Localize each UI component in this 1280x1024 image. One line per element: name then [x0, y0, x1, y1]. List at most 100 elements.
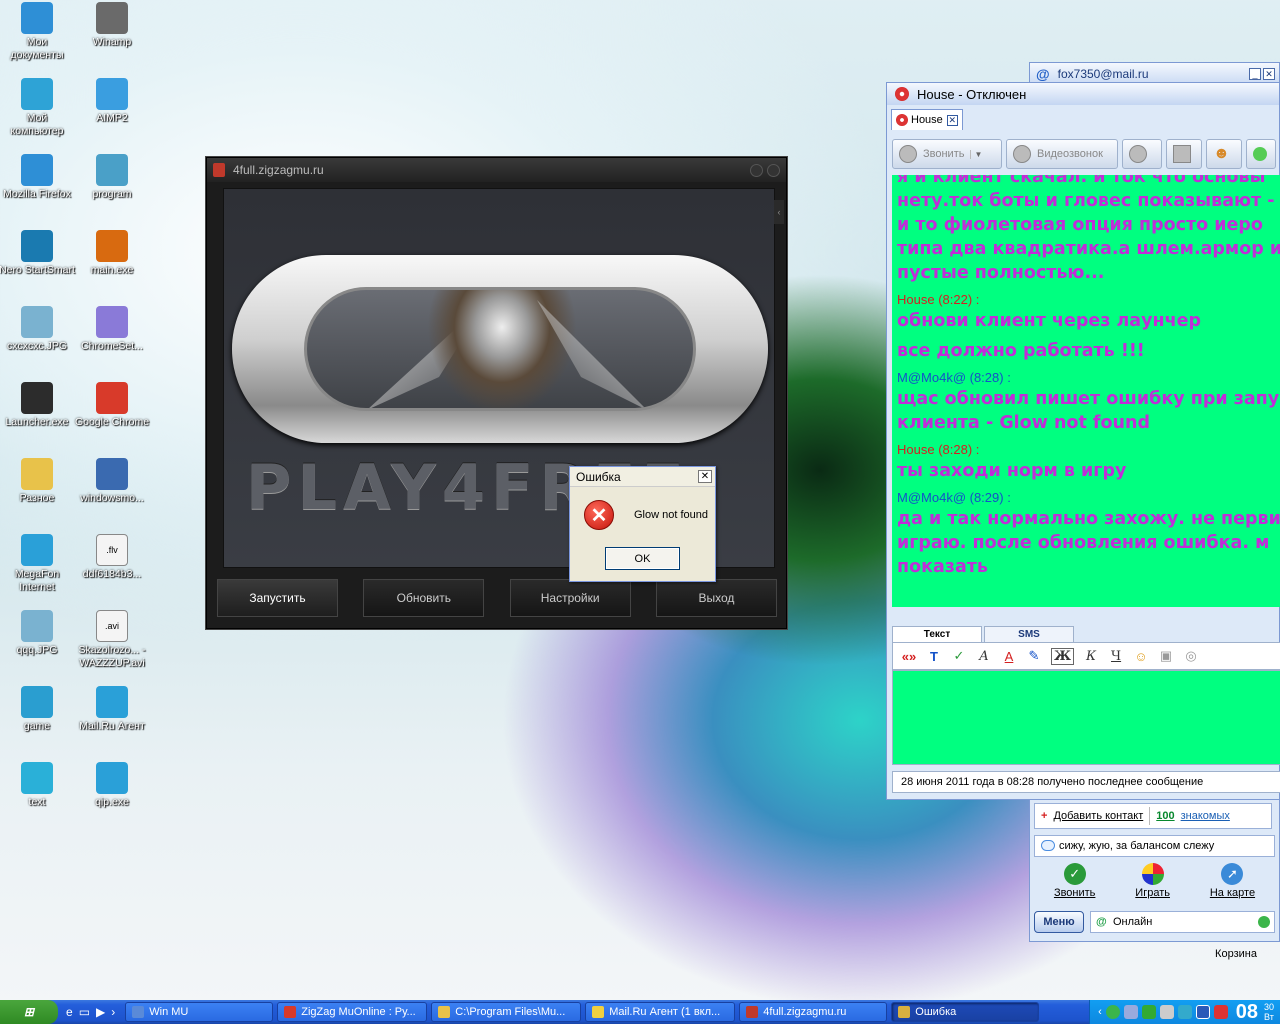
- start-button[interactable]: ⊞: [0, 1000, 58, 1024]
- desktop-icon[interactable]: AIMP2: [74, 78, 150, 125]
- tab-sms[interactable]: SMS: [984, 626, 1074, 642]
- close-tab-icon[interactable]: ✕: [946, 114, 958, 126]
- desktop-icon[interactable]: Launcher.exe: [0, 382, 75, 429]
- chat-titlebar[interactable]: House - Отключен: [887, 83, 1279, 105]
- desktop-icon[interactable]: qqq.JPG: [0, 610, 75, 657]
- globe-icon: [1129, 145, 1147, 163]
- exit-button[interactable]: Выход: [655, 579, 777, 617]
- alarm-icon[interactable]: ◎: [1183, 648, 1199, 664]
- language-icon[interactable]: [1195, 1005, 1210, 1019]
- acquaintances-link[interactable]: знакомых: [1181, 810, 1230, 822]
- font-color-icon[interactable]: A: [1001, 649, 1017, 664]
- message-header: M@Mo4k@ (8:29) :: [897, 489, 1280, 507]
- desktop-icon[interactable]: Mail.Ru Агент: [74, 686, 150, 733]
- desktop-icon[interactable]: Winamp: [74, 2, 150, 49]
- minimize-button[interactable]: [750, 163, 763, 177]
- save-history-button[interactable]: [1166, 139, 1202, 169]
- ie-icon[interactable]: e: [66, 1005, 73, 1019]
- desktop-icon[interactable]: windowsmo...: [74, 458, 150, 505]
- ok-button[interactable]: OK: [605, 547, 680, 570]
- close-button[interactable]: ✕: [1263, 68, 1275, 80]
- acquaintances-count[interactable]: 100: [1156, 810, 1174, 822]
- more-button[interactable]: [1246, 139, 1276, 169]
- mailru-tray-icon[interactable]: [1105, 1005, 1120, 1019]
- map-action[interactable]: ➚ На карте: [1210, 863, 1255, 903]
- add-contact-link[interactable]: Добавить контакт: [1053, 810, 1143, 822]
- play-action[interactable]: Играть: [1135, 863, 1170, 903]
- call-button[interactable]: Звонить ▼: [892, 139, 1002, 169]
- bold-button[interactable]: Ж: [1051, 647, 1075, 665]
- menu-button[interactable]: Меню: [1034, 911, 1084, 933]
- taskbar-button[interactable]: Ошибка: [891, 1002, 1040, 1022]
- smiley-icon[interactable]: ☺: [1133, 649, 1149, 664]
- desktop-icon[interactable]: text: [0, 762, 75, 809]
- taskbar-button[interactable]: ZigZag MuOnline : Ру...: [277, 1002, 428, 1022]
- font-icon[interactable]: A: [976, 649, 992, 664]
- launcher-titlebar[interactable]: 4full.zigzagmu.ru: [207, 158, 786, 182]
- status-message-field[interactable]: сижу, жую, за балансом слежу: [1034, 835, 1275, 857]
- minimize-button[interactable]: _: [1249, 68, 1261, 80]
- desktop-icon[interactable]: Мои документы: [0, 2, 75, 62]
- desktop-icon[interactable]: main.exe: [74, 230, 150, 277]
- play-link[interactable]: Играть: [1135, 887, 1170, 899]
- call-action[interactable]: ✓ Звонить: [1054, 863, 1095, 903]
- web-button[interactable]: [1122, 139, 1162, 169]
- desktop-icon[interactable]: Google Chrome: [74, 382, 150, 429]
- desktop-icon[interactable]: MegaFon Internet: [0, 534, 75, 594]
- tab-text[interactable]: Текст: [892, 626, 982, 642]
- update-button[interactable]: Обновить: [363, 579, 485, 617]
- modem-icon[interactable]: [1177, 1005, 1192, 1019]
- taskbar-button[interactable]: Mail.Ru Агент (1 вкл...: [585, 1002, 736, 1022]
- webcam-icon: [1013, 145, 1031, 163]
- desktop-icon[interactable]: Nero StartSmart: [0, 230, 75, 277]
- chevron-left-icon[interactable]: ‹: [1098, 1006, 1102, 1018]
- side-arrow-icon[interactable]: ‹: [774, 200, 784, 224]
- quote-button[interactable]: «»: [901, 649, 917, 664]
- contacts-button[interactable]: ☻: [1206, 139, 1242, 169]
- desktop-icon[interactable]: game: [0, 686, 75, 733]
- antivirus-icon[interactable]: [1213, 1005, 1228, 1019]
- close-icon[interactable]: ✕: [698, 470, 712, 483]
- recycle-bin[interactable]: Корзина: [1206, 940, 1266, 960]
- chat-tab-house[interactable]: House ✕: [891, 109, 963, 130]
- clock[interactable]: 08: [1236, 1001, 1258, 1024]
- highlight-icon[interactable]: ✎: [1026, 648, 1042, 664]
- desktop-icon[interactable]: ChromeSet...: [74, 306, 150, 353]
- settings-button[interactable]: Настройки: [509, 579, 631, 617]
- error-dialog-titlebar[interactable]: Ошибка ✕: [570, 467, 715, 487]
- taskbar-button[interactable]: Win MU: [125, 1002, 274, 1022]
- desktop-icon[interactable]: Mozilla Firefox: [0, 154, 75, 201]
- media-player-icon[interactable]: ▶: [96, 1005, 105, 1019]
- translit-icon[interactable]: T: [926, 649, 942, 664]
- close-button[interactable]: [767, 163, 780, 177]
- show-desktop-icon[interactable]: ▭: [79, 1005, 90, 1019]
- call-link[interactable]: Звонить: [1054, 887, 1095, 899]
- videocall-button[interactable]: Видеозвонок: [1006, 139, 1118, 169]
- chat-log[interactable]: я и клиент скачал. и ток что основы нету.…: [892, 175, 1280, 607]
- taskbar-button[interactable]: 4full.zigzagmu.ru: [739, 1002, 888, 1022]
- italic-button[interactable]: К: [1083, 649, 1099, 664]
- chevron-down-icon[interactable]: ▼: [970, 149, 982, 159]
- desktop-icon[interactable]: Разное: [0, 458, 75, 505]
- task-list: Win MU ZigZag MuOnline : Ру... C:\Program …: [125, 1002, 1043, 1022]
- message-input[interactable]: [892, 670, 1280, 765]
- spellcheck-icon[interactable]: ✓: [951, 648, 967, 664]
- desktop-icon[interactable]: program: [74, 154, 150, 201]
- tv-icon[interactable]: ▣: [1158, 648, 1174, 664]
- desktop-icon[interactable]: .flv ddf6184b3...: [74, 534, 150, 581]
- volume-icon[interactable]: [1159, 1005, 1174, 1019]
- chat-message: House (8:22) : обнови клиент через лаунче…: [897, 291, 1280, 363]
- map-link[interactable]: На карте: [1210, 887, 1255, 899]
- battery-icon[interactable]: [1141, 1005, 1156, 1019]
- chevron-right-icon[interactable]: ›: [111, 1005, 115, 1019]
- taskbar-button[interactable]: C:\Program Files\Mu...: [431, 1002, 582, 1022]
- online-status-select[interactable]: @ Онлайн: [1090, 911, 1275, 933]
- desktop-icon[interactable]: Мой компьютер: [0, 78, 75, 138]
- desktop-icon[interactable]: qip.exe: [74, 762, 150, 809]
- network-icon[interactable]: [1123, 1005, 1138, 1019]
- start-button[interactable]: Запустить: [217, 579, 338, 617]
- underline-button[interactable]: Ч: [1108, 649, 1124, 664]
- speech-bubble-icon: [1041, 840, 1055, 851]
- desktop-icon[interactable]: cxcxcxc.JPG: [0, 306, 75, 353]
- desktop-icon[interactable]: .avi Skazolrozo... -WAZZZUP.avi: [74, 610, 150, 670]
